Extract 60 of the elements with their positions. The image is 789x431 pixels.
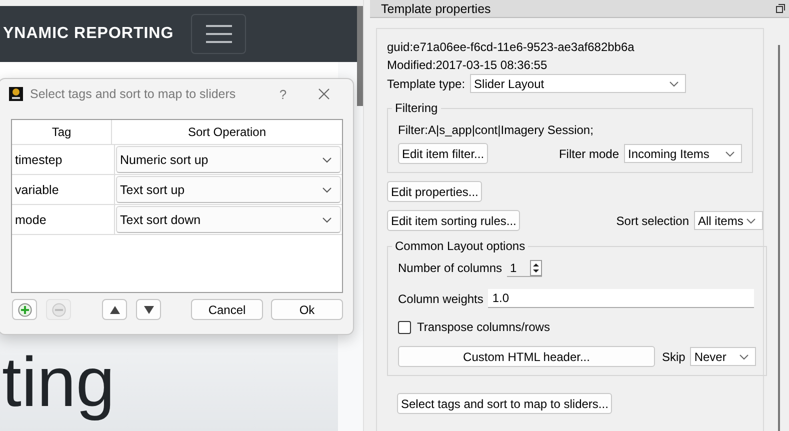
column-header: Tag (12, 120, 112, 144)
tag-cell: variable (12, 175, 115, 204)
chevron-icon (322, 186, 332, 192)
chevron-icon (725, 150, 735, 156)
brand-title: YNAMIC REPORTING (3, 25, 175, 43)
field-label: Skip (662, 350, 686, 364)
sort-dropdown[interactable]: Numeric sort up (116, 146, 341, 173)
field-label: Column weights (398, 292, 484, 306)
tag-cell: mode (12, 205, 115, 234)
checkbox-label: Transpose columns/rows (417, 320, 550, 334)
guid-text: guid:e71a06ee-f6cd-11e6-9523-ae3af682bb6a (387, 39, 636, 56)
field-label: Template type: (387, 76, 466, 90)
panel-title: Template properties (381, 2, 491, 16)
edit-properties-button[interactable]: Edit properties... (387, 181, 482, 202)
up-button[interactable] (102, 299, 127, 320)
field-label: Filter mode (558, 146, 619, 160)
chevron-icon (739, 354, 750, 360)
plus-icon (18, 302, 32, 316)
modified-text: Modified:2017-03-15 08:36:55 (387, 57, 548, 74)
tag-cell: timestep (12, 145, 115, 174)
chevron-icon (746, 218, 756, 224)
dialog-title: Select tags and sort to map to sliders (30, 87, 237, 101)
sort-dropdown[interactable]: Text sort up (116, 176, 341, 203)
template-type-dropdown[interactable]: Slider Layout (470, 74, 686, 93)
skip-dropdown[interactable]: Never (690, 347, 756, 366)
group-title: Common Layout options (394, 239, 526, 253)
group-title: Filtering (394, 101, 439, 115)
app-logo-icon (9, 87, 23, 101)
field-label: Number of columns (398, 261, 502, 275)
page-heading: ting (2, 342, 115, 422)
checkbox[interactable] (398, 320, 411, 334)
sort-dropdown[interactable]: Text sort down (116, 206, 341, 233)
column-header: Sort Operation (186, 124, 268, 141)
add-button[interactable] (12, 299, 37, 320)
up-triangle-icon (110, 306, 120, 314)
float-icon[interactable] (776, 4, 785, 13)
edit-sorting-button[interactable]: Edit item sorting rules... (387, 210, 520, 231)
chevron-icon (322, 156, 332, 162)
select-tags-button[interactable]: Select tags and sort to map to sliders... (397, 393, 612, 414)
columns-spinbox[interactable]: 1 (507, 259, 542, 277)
down-button[interactable] (136, 299, 161, 320)
down-triangle-icon (144, 306, 154, 314)
chevron-icon (322, 216, 332, 222)
column-weights-field[interactable]: 1.0 (488, 289, 754, 308)
menu-icon (206, 24, 232, 44)
menu-button[interactable] (191, 14, 246, 54)
filter-mode-dropdown[interactable]: Incoming Items (624, 144, 742, 163)
scrollbar[interactable] (357, 6, 363, 106)
custom-html-button[interactable]: Custom HTML header... (398, 346, 655, 367)
chevron-icon (669, 80, 680, 86)
minus-icon (52, 302, 66, 316)
edit-filter-button[interactable]: Edit item filter... (398, 143, 488, 164)
spin-arrows-icon (530, 260, 542, 276)
filter-text: Filter:A|s_app|cont|Imagery Session; (398, 122, 594, 137)
ok-button[interactable]: Ok (271, 299, 343, 320)
close-icon[interactable] (318, 88, 330, 100)
field-label: Sort selection (616, 214, 689, 228)
cancel-button[interactable]: Cancel (191, 299, 263, 320)
sort-selection-dropdown[interactable]: All items (694, 211, 763, 230)
help-button[interactable]: ? (276, 86, 290, 102)
